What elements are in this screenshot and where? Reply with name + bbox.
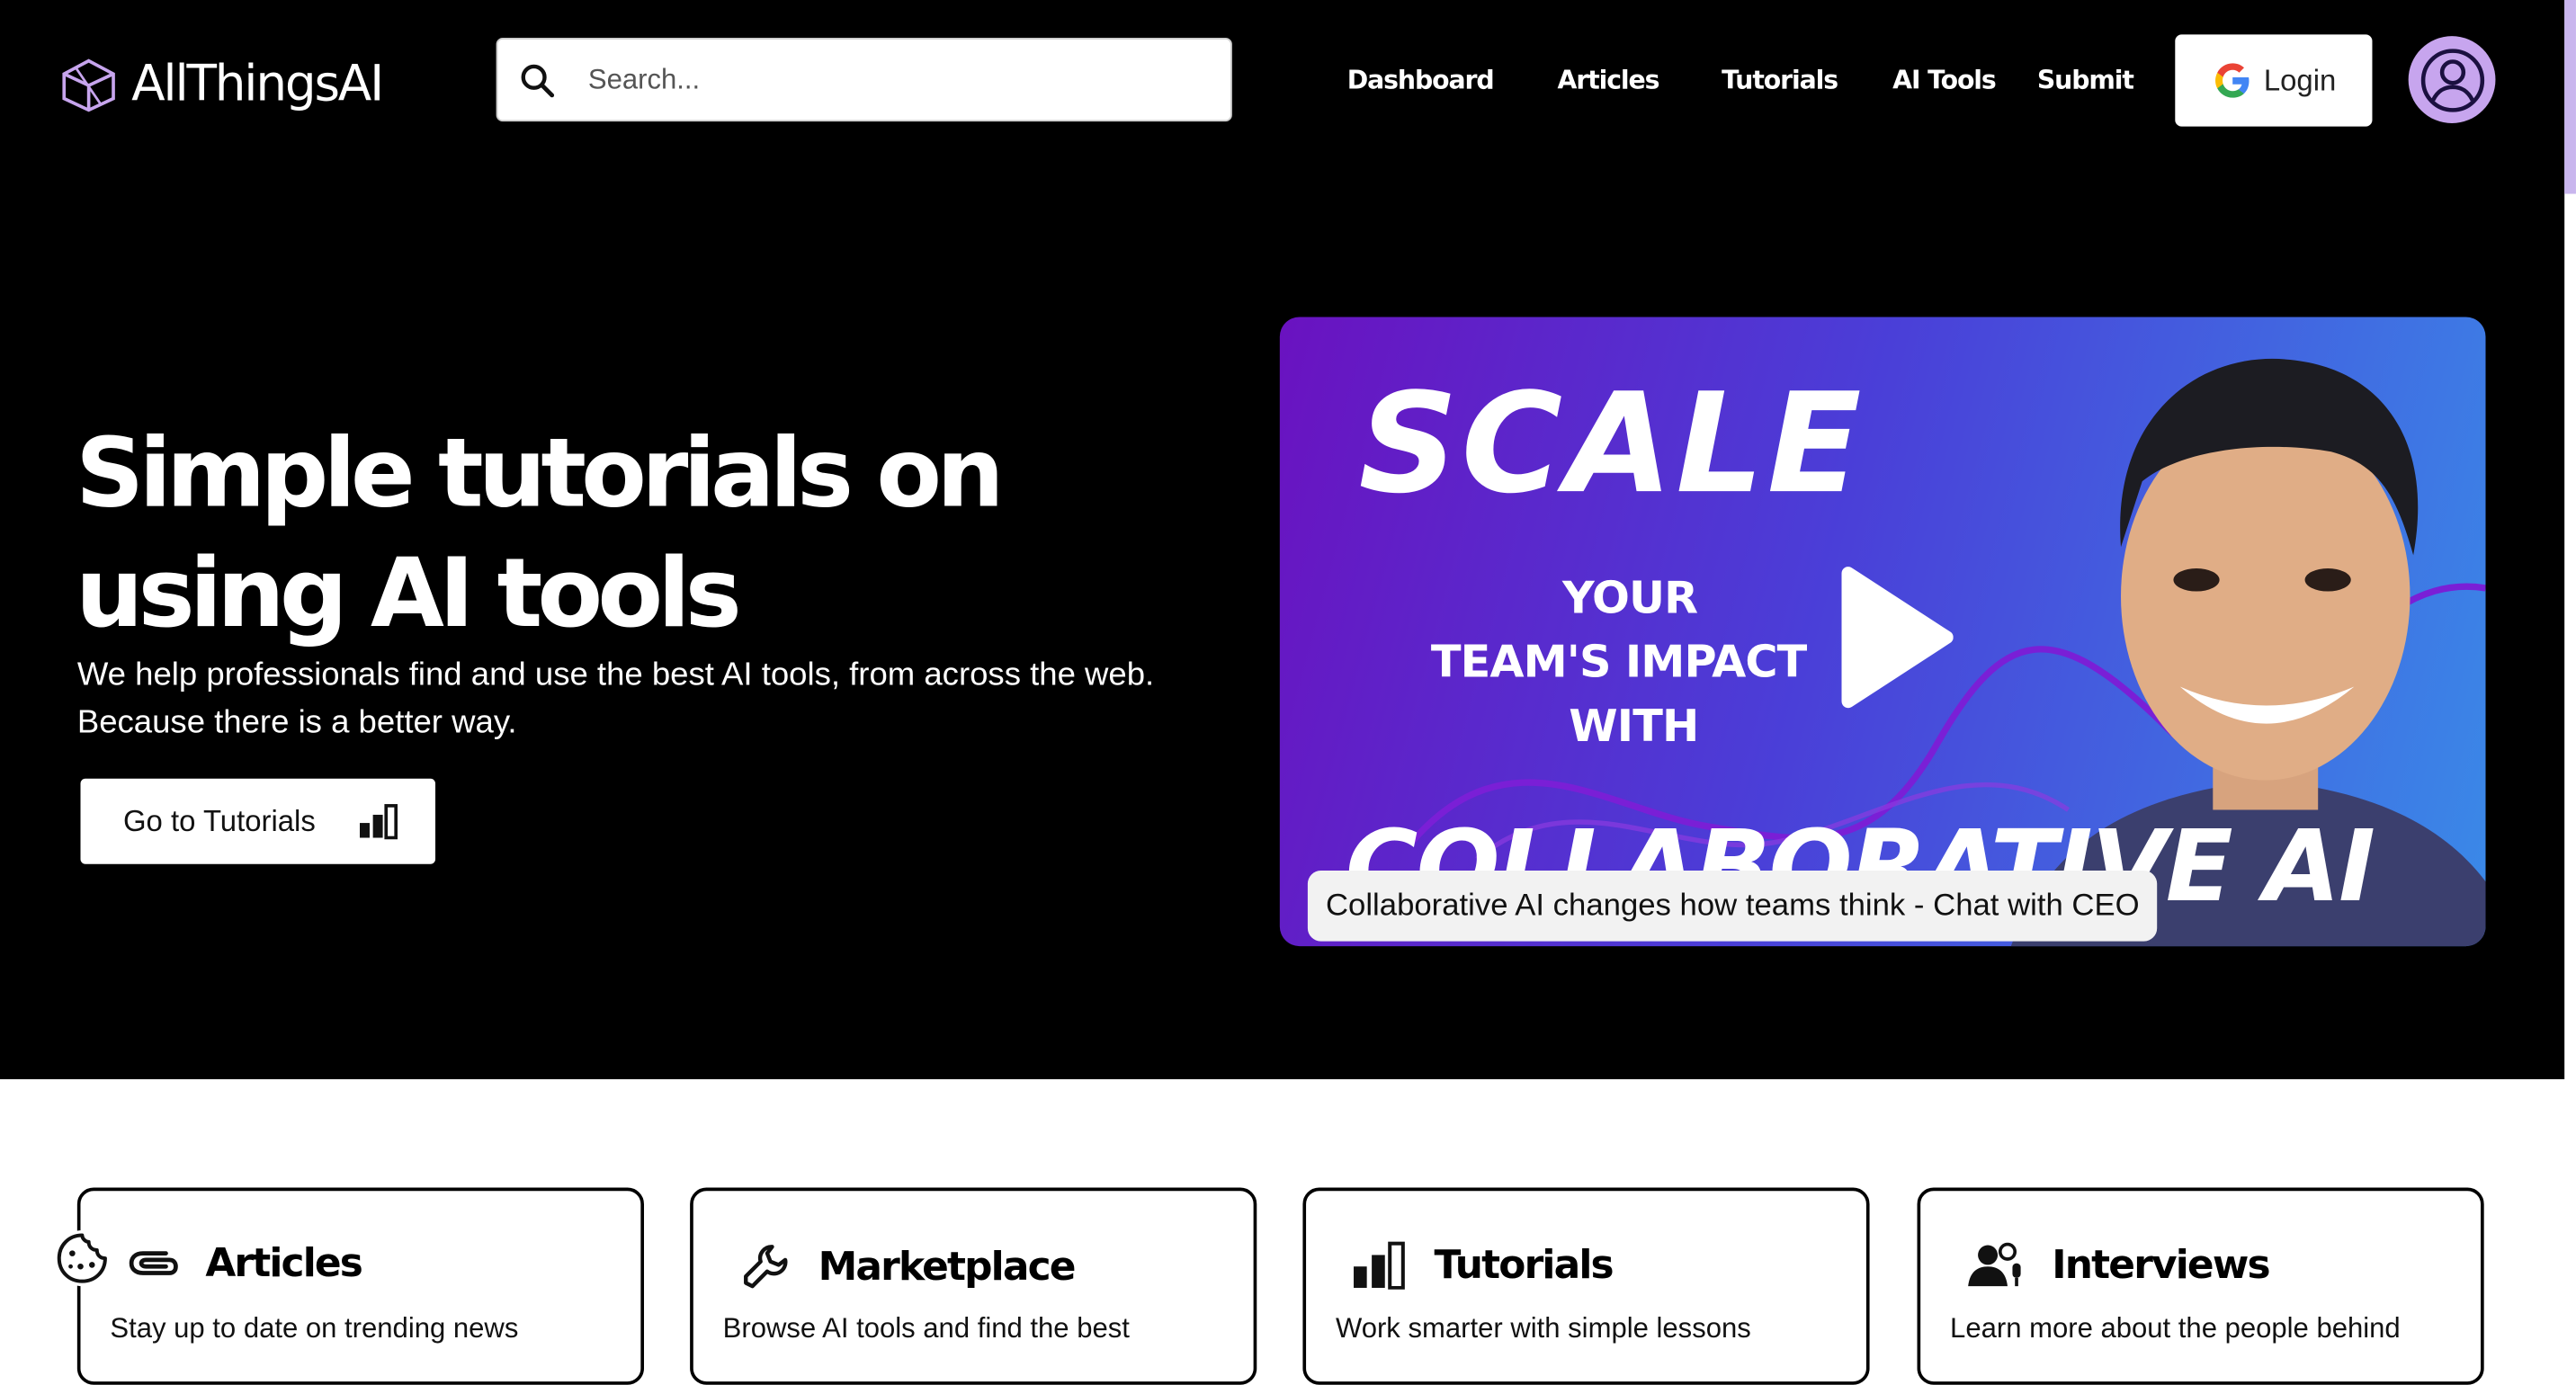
card-header: Tutorials: [1352, 1240, 1614, 1290]
hero-subtitle: We help professionals find and use the b…: [76, 657, 1155, 741]
card-header: Articles: [127, 1240, 363, 1287]
nav-articles[interactable]: Articles: [1558, 66, 1660, 95]
brand-name: AllThingsAI: [131, 56, 384, 114]
avatar[interactable]: [2408, 36, 2496, 123]
scrollbar-thumb[interactable]: [2564, 0, 2576, 194]
logo-icon: [62, 58, 115, 112]
search-box[interactable]: [496, 38, 1232, 122]
card-title: Articles: [205, 1240, 363, 1287]
nav-ai-tools[interactable]: AI Tools: [1892, 66, 1997, 95]
card-header: Interviews: [1966, 1240, 2271, 1290]
login-button[interactable]: Login: [2175, 34, 2373, 127]
nav-submit[interactable]: Submit: [2037, 66, 2134, 95]
card-marketplace[interactable]: Marketplace Browse AI tools and find the…: [690, 1187, 1257, 1385]
card-interviews[interactable]: Interviews Learn more about the people b…: [1917, 1187, 2484, 1385]
go-to-tutorials-button[interactable]: Go to Tutorials: [80, 778, 436, 864]
hero-section: AllThingsAI Dashboard Articles Tutorials…: [0, 0, 2565, 1080]
card-description: Stay up to date on trending news: [110, 1312, 519, 1345]
hero-title: Simple tutorials on using AI tools: [76, 414, 1226, 654]
nav-tutorials[interactable]: Tutorials: [1722, 66, 1838, 95]
bar-chart-icon: [360, 804, 398, 840]
login-label: Login: [2263, 63, 2337, 96]
card-title: Marketplace: [818, 1243, 1077, 1290]
play-icon[interactable]: [1838, 563, 1954, 710]
search-input[interactable]: [585, 61, 1184, 98]
paperclip-icon: [129, 1251, 178, 1275]
user-icon: [2419, 48, 2484, 112]
cta-label: Go to Tutorials: [122, 804, 316, 837]
thumb-scale: SCALE: [1358, 362, 1865, 524]
cookie-icon[interactable]: [54, 1230, 111, 1287]
card-title: Tutorials: [1434, 1241, 1614, 1288]
featured-video[interactable]: SCALE YOUR TEAM'S IMPACT WITH COLLABORAT…: [1279, 317, 2486, 947]
card-description: Learn more about the people behind: [1950, 1312, 2401, 1345]
google-icon: [2214, 63, 2250, 98]
card-description: Work smarter with simple lessons: [1335, 1312, 1751, 1345]
search-icon: [521, 63, 555, 97]
nav-dashboard[interactable]: Dashboard: [1347, 66, 1495, 95]
thumb-team-impact: TEAM'S IMPACT: [1430, 637, 1807, 689]
thumb-your: YOUR: [1562, 573, 1698, 625]
card-tutorials[interactable]: Tutorials Work smarter with simple lesso…: [1302, 1187, 1870, 1385]
wrench-icon: [744, 1245, 788, 1289]
people-icon: [1968, 1242, 2021, 1287]
bar-chart-icon: [1354, 1241, 1405, 1290]
card-title: Interviews: [2052, 1241, 2270, 1288]
hero-title-line1: Simple tutorials on: [76, 416, 1005, 530]
thumb-with: WITH: [1569, 701, 1699, 753]
card-description: Browse AI tools and find the best: [722, 1312, 1130, 1345]
video-caption: Collaborative AI changes how teams think…: [1307, 871, 2158, 942]
hero-title-line2: using AI tools: [76, 537, 742, 649]
card-articles[interactable]: Articles Stay up to date on trending new…: [76, 1187, 644, 1385]
brand-logo[interactable]: AllThingsAI: [59, 56, 384, 114]
card-header: Marketplace: [739, 1240, 1077, 1292]
